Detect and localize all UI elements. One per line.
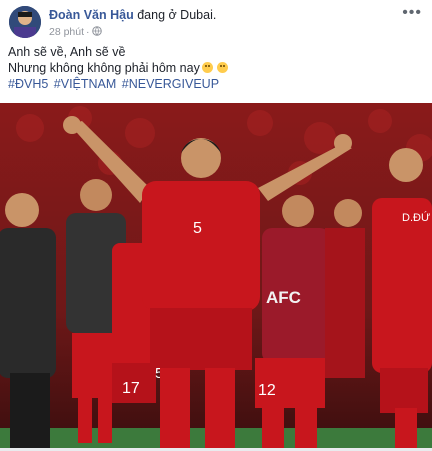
- author-line: Đoàn Văn Hậu đang ở Dubai.: [49, 8, 216, 22]
- post-line-2: Nhưng không không phải hôm nay: [8, 61, 200, 75]
- post-line-1: Anh sẽ về, Anh sẽ về: [8, 45, 126, 59]
- post-time[interactable]: 28 phút: [49, 26, 84, 38]
- jersey-number-17: 17: [122, 380, 140, 397]
- grinning-face-emoji: [216, 62, 228, 73]
- hashtag-vietnam[interactable]: #VIỆTNAM: [54, 77, 117, 91]
- jersey-name: D.ĐỨ: [402, 211, 430, 224]
- facebook-post: Đoàn Văn Hậu đang ở Dubai. 28 phút · ••• …: [0, 0, 432, 451]
- post-text: Anh sẽ về, Anh sẽ về Nhưng không không p…: [8, 44, 424, 92]
- avatar-image: [9, 6, 41, 38]
- location-text: đang ở Dubai.: [137, 8, 217, 22]
- post-meta: 28 phút ·: [49, 26, 102, 39]
- post-photo[interactable]: 17 5 5 AFC 12 D.ĐỨ: [0, 103, 432, 448]
- jersey-number-12: 12: [258, 382, 276, 399]
- author-avatar[interactable]: [9, 6, 41, 38]
- author-name[interactable]: Đoàn Văn Hậu: [49, 8, 134, 22]
- post-header: Đoàn Văn Hậu đang ở Dubai. 28 phút · •••: [0, 0, 432, 40]
- globe-icon[interactable]: [91, 26, 102, 39]
- hashtag-dvh5[interactable]: #ĐVH5: [8, 77, 48, 91]
- jersey-number-5: 5: [193, 220, 202, 237]
- more-options-icon[interactable]: •••: [402, 4, 422, 22]
- post-line-2-wrap: Nhưng không không phải hôm nay: [8, 60, 424, 76]
- grinning-face-emoji: [201, 62, 213, 73]
- hashtag-nevergiveup[interactable]: #NEVERGIVEUP: [122, 77, 219, 91]
- afc-logo: AFC: [266, 288, 301, 307]
- hashtags: #ĐVH5 #VIỆTNAM #NEVERGIVEUP: [8, 76, 424, 92]
